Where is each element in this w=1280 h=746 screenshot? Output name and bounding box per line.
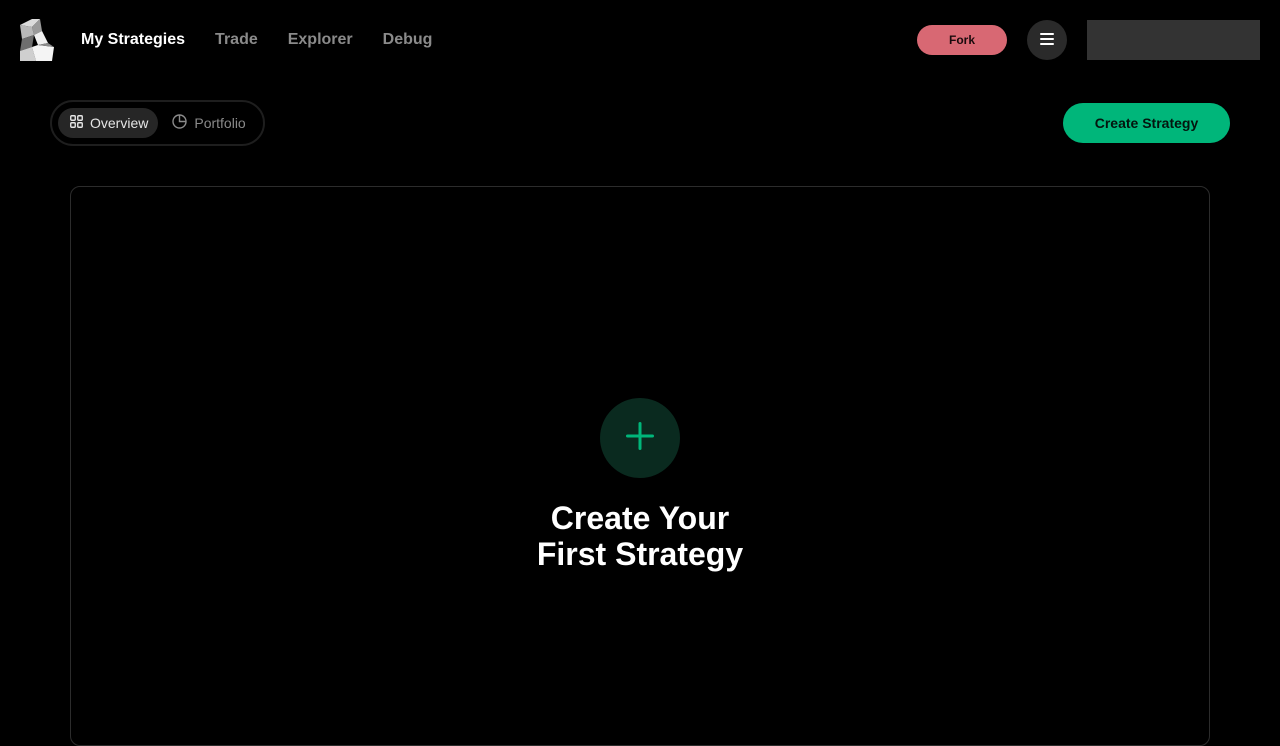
- create-first-strategy-button[interactable]: [600, 398, 680, 478]
- empty-state-title-line2: First Strategy: [536, 536, 744, 572]
- create-strategy-button[interactable]: Create Strategy: [1063, 103, 1230, 143]
- main-nav: My Strategies Trade Explorer Debug: [81, 30, 432, 50]
- nav-link-my-strategies[interactable]: My Strategies: [81, 30, 185, 50]
- tab-portfolio-label: Portfolio: [194, 115, 246, 131]
- nav-link-debug[interactable]: Debug: [383, 30, 433, 50]
- grid-icon: [70, 115, 83, 131]
- tab-overview-label: Overview: [90, 115, 149, 131]
- hamburger-menu-icon: [1040, 32, 1054, 48]
- view-tabs: Overview Portfolio: [50, 100, 265, 146]
- menu-button[interactable]: [1027, 20, 1067, 60]
- plus-icon: [625, 421, 655, 456]
- tab-portfolio[interactable]: Portfolio: [160, 108, 255, 138]
- nav-link-explorer[interactable]: Explorer: [288, 30, 353, 50]
- fork-button[interactable]: Fork: [917, 25, 1007, 55]
- empty-state-title[interactable]: Create Your First Strategy: [440, 500, 840, 572]
- app-logo[interactable]: [18, 17, 56, 63]
- top-navigation-bar: My Strategies Trade Explorer Debug Fork: [0, 0, 1280, 80]
- wallet-connect-area[interactable]: [1087, 20, 1260, 60]
- tab-overview[interactable]: Overview: [58, 108, 159, 138]
- pie-chart-icon: [172, 114, 188, 132]
- empty-state-title-line1: Create Your: [550, 500, 730, 536]
- nav-link-trade[interactable]: Trade: [215, 30, 258, 50]
